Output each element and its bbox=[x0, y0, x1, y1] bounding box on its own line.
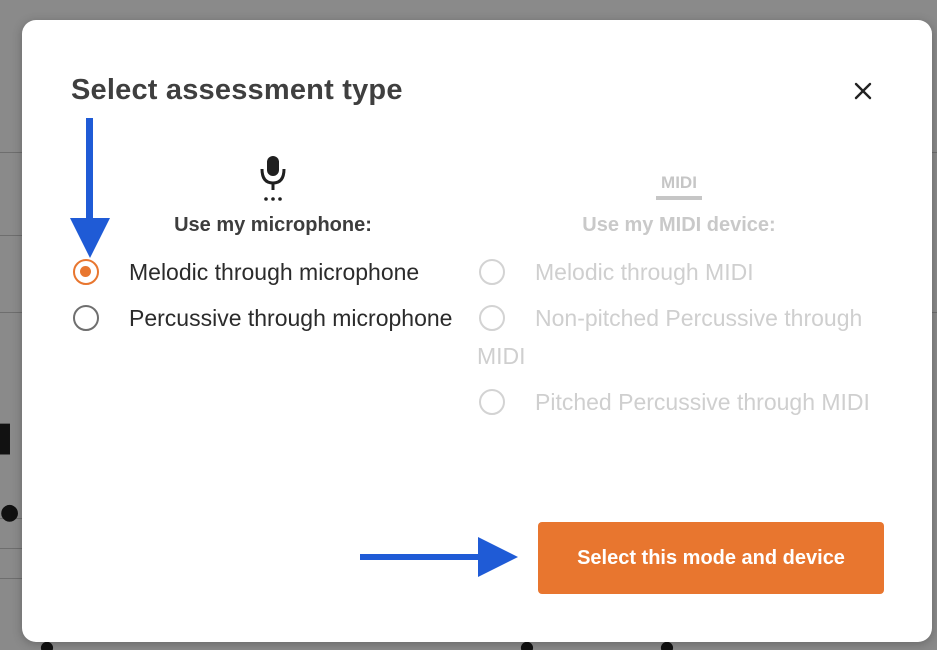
microphone-icon bbox=[260, 156, 286, 201]
music-note-icon: ● bbox=[0, 500, 20, 525]
option-melodic-midi[interactable]: Melodic through MIDI bbox=[477, 253, 881, 291]
radio-melodic-microphone[interactable] bbox=[73, 258, 99, 285]
option-nonpitched-percussive-midi[interactable]: Non-pitched Percussive through MIDI bbox=[477, 299, 881, 375]
close-icon bbox=[854, 82, 872, 100]
option-label: Non-pitched Percussive through MIDI bbox=[477, 305, 863, 369]
radio-percussive-microphone[interactable] bbox=[73, 304, 99, 331]
midi-column-label: Use my MIDI device: bbox=[582, 214, 776, 236]
close-button[interactable] bbox=[848, 76, 878, 106]
select-mode-button[interactable]: Select this mode and device bbox=[538, 522, 884, 594]
annotation-arrow-right-icon bbox=[360, 537, 518, 577]
staff-line bbox=[0, 548, 22, 549]
option-label: Percussive through microphone bbox=[129, 305, 453, 331]
option-label: Pitched Percussive through MIDI bbox=[535, 389, 870, 415]
microphone-column-label: Use my microphone: bbox=[174, 214, 372, 236]
midi-icon: MIDI bbox=[656, 173, 702, 200]
option-percussive-microphone[interactable]: Percussive through microphone bbox=[71, 299, 475, 337]
option-pitched-percussive-midi[interactable]: Pitched Percussive through MIDI bbox=[477, 383, 881, 421]
music-glyph: ▌ bbox=[0, 425, 20, 455]
radio-melodic-midi[interactable] bbox=[479, 258, 505, 285]
staff-line bbox=[0, 152, 22, 153]
midi-column: MIDI Use my MIDI device: Melodic through… bbox=[477, 152, 881, 429]
midi-icon-text: MIDI bbox=[661, 173, 697, 192]
option-label: Melodic through MIDI bbox=[535, 259, 754, 285]
staff-line bbox=[932, 312, 937, 313]
microphone-column: Use my microphone: Melodic through micro… bbox=[71, 152, 475, 345]
annotation-arrow-down-icon bbox=[70, 118, 110, 258]
radio-pitched-percussive-midi[interactable] bbox=[479, 388, 505, 415]
dialog-title: Select assessment type bbox=[71, 74, 403, 106]
radio-nonpitched-percussive-midi[interactable] bbox=[479, 304, 505, 331]
staff-line bbox=[0, 578, 22, 579]
option-melodic-microphone[interactable]: Melodic through microphone bbox=[71, 253, 475, 291]
assessment-type-dialog: Select assessment type Use my microphone… bbox=[22, 20, 932, 642]
option-label: Melodic through microphone bbox=[129, 259, 420, 285]
staff-line bbox=[932, 152, 937, 153]
staff-line bbox=[0, 235, 22, 236]
staff-line bbox=[0, 312, 22, 313]
